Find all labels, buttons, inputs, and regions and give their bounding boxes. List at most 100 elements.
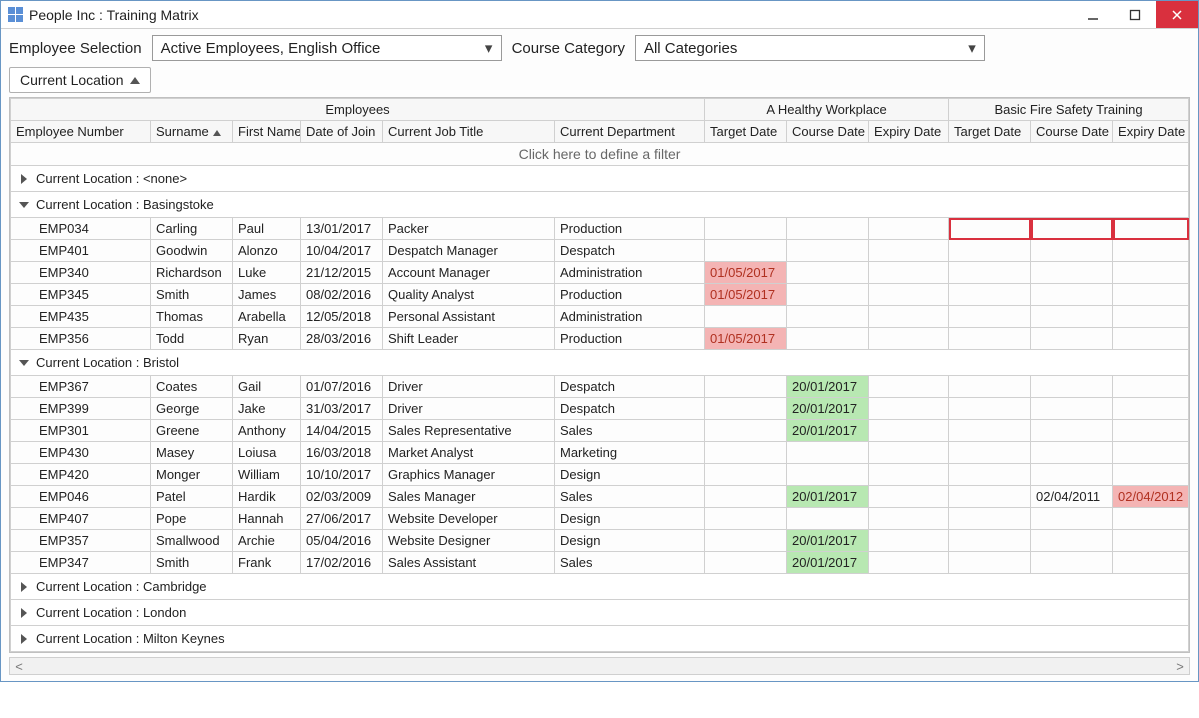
cell[interactable]: Despatch	[555, 240, 705, 262]
cell[interactable]	[705, 376, 787, 398]
cell[interactable]	[869, 218, 949, 240]
cell[interactable]	[1113, 508, 1189, 530]
table-row[interactable]: EMP420MongerWilliam10/10/2017Graphics Ma…	[11, 464, 1189, 486]
cell[interactable]: 02/04/2011	[1031, 486, 1113, 508]
cell[interactable]: Driver	[383, 398, 555, 420]
cell[interactable]	[705, 420, 787, 442]
expand-icon[interactable]	[18, 582, 30, 592]
cell[interactable]: Administration	[555, 306, 705, 328]
cell[interactable]: Sales	[555, 420, 705, 442]
cell[interactable]	[705, 398, 787, 420]
table-row[interactable]: EMP357SmallwoodArchie05/04/2016Website D…	[11, 530, 1189, 552]
cell[interactable]	[787, 328, 869, 350]
cell[interactable]: Shift Leader	[383, 328, 555, 350]
cell[interactable]: EMP401	[11, 240, 151, 262]
cell[interactable]	[949, 262, 1031, 284]
col-c1-course[interactable]: Course Date	[787, 121, 869, 143]
cell[interactable]: EMP430	[11, 442, 151, 464]
table-row[interactable]: EMP301GreeneAnthony14/04/2015Sales Repre…	[11, 420, 1189, 442]
cell[interactable]	[949, 420, 1031, 442]
cell[interactable]: Quality Analyst	[383, 284, 555, 306]
cell[interactable]	[787, 306, 869, 328]
cell[interactable]: Todd	[151, 328, 233, 350]
cell[interactable]: Sales Assistant	[383, 552, 555, 574]
cell[interactable]: Marketing	[555, 442, 705, 464]
cell[interactable]	[1031, 376, 1113, 398]
cell[interactable]: EMP347	[11, 552, 151, 574]
cell[interactable]	[705, 530, 787, 552]
cell[interactable]: Sales	[555, 486, 705, 508]
expand-icon[interactable]	[18, 608, 30, 618]
cell[interactable]	[1031, 442, 1113, 464]
table-row[interactable]: EMP435ThomasArabella12/05/2018Personal A…	[11, 306, 1189, 328]
col-first-name[interactable]: First Name	[233, 121, 301, 143]
cell[interactable]: Market Analyst	[383, 442, 555, 464]
cell[interactable]	[869, 306, 949, 328]
cell[interactable]: Website Designer	[383, 530, 555, 552]
cell[interactable]: 01/05/2017	[705, 284, 787, 306]
cell[interactable]: Alonzo	[233, 240, 301, 262]
cell[interactable]: Personal Assistant	[383, 306, 555, 328]
cell[interactable]: Despatch Manager	[383, 240, 555, 262]
cell[interactable]: 02/03/2009	[301, 486, 383, 508]
cell[interactable]	[869, 530, 949, 552]
group-row[interactable]: Current Location : Bristol	[11, 350, 1189, 376]
cell[interactable]: Greene	[151, 420, 233, 442]
cell[interactable]: 02/04/2012	[1113, 486, 1189, 508]
cell[interactable]: Hardik	[233, 486, 301, 508]
cell[interactable]: Design	[555, 508, 705, 530]
cell[interactable]: Coates	[151, 376, 233, 398]
table-row[interactable]: EMP367CoatesGail01/07/2016DriverDespatch…	[11, 376, 1189, 398]
cell[interactable]	[1031, 284, 1113, 306]
cell[interactable]: Smith	[151, 284, 233, 306]
cell[interactable]	[869, 552, 949, 574]
cell[interactable]	[1113, 218, 1189, 240]
band-course2[interactable]: Basic Fire Safety Training	[949, 99, 1189, 121]
cell[interactable]: 13/01/2017	[301, 218, 383, 240]
cell[interactable]: 20/01/2017	[787, 398, 869, 420]
cell[interactable]	[869, 398, 949, 420]
cell[interactable]	[1031, 420, 1113, 442]
cell[interactable]: Carling	[151, 218, 233, 240]
group-row[interactable]: Current Location : Milton Keynes	[11, 626, 1189, 652]
cell[interactable]: EMP367	[11, 376, 151, 398]
expand-icon[interactable]	[18, 634, 30, 644]
cell[interactable]: Loiusa	[233, 442, 301, 464]
collapse-icon[interactable]	[18, 360, 30, 366]
cell[interactable]	[949, 398, 1031, 420]
cell[interactable]	[869, 376, 949, 398]
cell[interactable]: 27/06/2017	[301, 508, 383, 530]
table-row[interactable]: EMP401GoodwinAlonzo10/04/2017Despatch Ma…	[11, 240, 1189, 262]
group-row[interactable]: Current Location : Basingstoke	[11, 192, 1189, 218]
cell[interactable]	[1113, 240, 1189, 262]
cell[interactable]	[1031, 262, 1113, 284]
cell[interactable]	[1113, 398, 1189, 420]
cell[interactable]	[787, 218, 869, 240]
cell[interactable]	[705, 486, 787, 508]
cell[interactable]: EMP407	[11, 508, 151, 530]
col-job-title[interactable]: Current Job Title	[383, 121, 555, 143]
course-category-combo[interactable]: All Categories ▾	[635, 35, 985, 61]
cell[interactable]	[1113, 376, 1189, 398]
table-row[interactable]: EMP347SmithFrank17/02/2016Sales Assistan…	[11, 552, 1189, 574]
cell[interactable]	[705, 508, 787, 530]
cell[interactable]: Driver	[383, 376, 555, 398]
cell[interactable]	[869, 464, 949, 486]
cell[interactable]	[705, 552, 787, 574]
cell[interactable]	[1113, 552, 1189, 574]
cell[interactable]: 28/03/2016	[301, 328, 383, 350]
cell[interactable]: EMP345	[11, 284, 151, 306]
cell[interactable]	[949, 328, 1031, 350]
cell[interactable]	[869, 508, 949, 530]
cell[interactable]: Despatch	[555, 376, 705, 398]
cell[interactable]	[1031, 552, 1113, 574]
col-c1-target[interactable]: Target Date	[705, 121, 787, 143]
group-row[interactable]: Current Location : <none>	[11, 166, 1189, 192]
cell[interactable]: Smith	[151, 552, 233, 574]
cell[interactable]: EMP357	[11, 530, 151, 552]
scroll-track[interactable]	[28, 662, 1171, 670]
cell[interactable]	[787, 508, 869, 530]
cell[interactable]: 20/01/2017	[787, 530, 869, 552]
cell[interactable]: Sales Representative	[383, 420, 555, 442]
group-row[interactable]: Current Location : Cambridge	[11, 574, 1189, 600]
